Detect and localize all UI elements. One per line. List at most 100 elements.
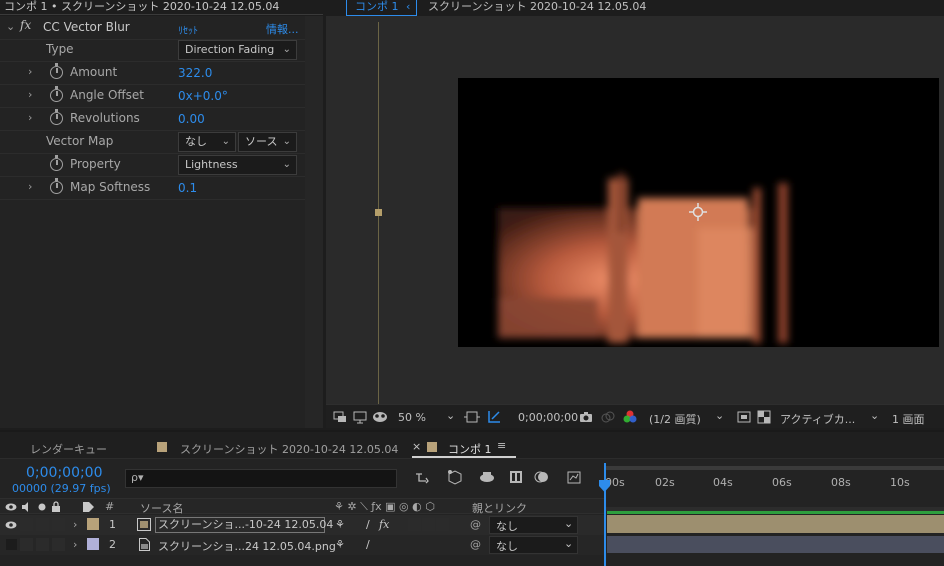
chevron-right-icon[interactable]: › [28,88,32,101]
switch-cell[interactable] [408,518,421,531]
breadcrumb-arrow-icon[interactable]: ‹ [406,0,410,13]
audio-toggle[interactable] [20,538,33,551]
effect-row-cc-vector-blur[interactable]: ⌄ fx CC Vector Blur ﾘｾｯﾄ 情報... [0,17,305,40]
fx-icon[interactable]: fx [379,518,389,531]
layer-number: 1 [109,518,116,531]
tab-comp-1[interactable]: コンポ 1 [448,441,492,457]
switch-cell[interactable] [436,518,449,531]
layer-row-1[interactable]: › 1 スクリーンショ...-10-24 12.05.04 ⚘ ∕ fx @ な… [0,515,605,535]
stopwatch-icon[interactable] [50,63,63,79]
motion-blur-icon[interactable] [534,469,550,485]
layer-duration-bar-2[interactable] [607,536,944,553]
lock-icon[interactable] [51,501,61,512]
solo-toggle[interactable] [36,518,49,531]
layer-row-2[interactable]: › 2 スクリーンショ...24 12.05.04.png ⚘ ∕ @ なし ⌄ [0,535,605,555]
current-time[interactable]: 0;00;00;00 [518,411,578,424]
chevron-right-icon[interactable]: › [28,65,32,78]
draft-3d-icon[interactable] [446,468,463,485]
pickwhip-icon[interactable]: @ [470,538,481,551]
switch-cell[interactable] [422,518,435,531]
quality-switch-icon[interactable]: ∕ [366,538,370,551]
playhead-icon[interactable] [598,480,611,492]
stopwatch-icon[interactable] [50,109,63,125]
map-softness-value[interactable]: 0.1 [178,181,197,195]
amount-value[interactable]: 322.0 [178,66,212,80]
frame-blending-icon[interactable] [508,469,524,485]
show-snapshot-icon[interactable] [600,409,616,425]
collapse-transform-icon[interactable]: ⚘ [335,518,345,531]
mask-visibility-icon[interactable] [372,409,388,425]
panel-menu-icon[interactable]: ≡ [497,439,506,452]
property-dropdown[interactable]: Lightness ⌄ [178,155,297,175]
lock-toggle[interactable] [52,538,65,551]
solo-toggle[interactable] [36,538,49,551]
chevron-right-icon[interactable]: › [73,518,77,531]
source-name-column-header[interactable]: ソース名 [140,500,183,516]
time-ruler[interactable]: 00s 02s 04s 06s 08s 10s [605,466,944,498]
layer-name[interactable]: スクリーンショ...24 12.05.04.png [158,538,336,554]
layer-name[interactable]: スクリーンショ...-10-24 12.05.04 [155,517,333,533]
reset-link[interactable]: ﾘｾｯﾄ [178,22,198,37]
breadcrumb[interactable]: スクリーンショット 2020-10-24 12.05.04 [428,0,646,14]
eye-icon[interactable] [5,520,17,530]
transparency-grid-icon[interactable] [486,409,502,425]
parent-column-header[interactable]: 親とリンク [472,500,527,516]
toggle-transparency-grid-icon[interactable] [756,409,772,425]
layer-handle[interactable] [375,209,382,216]
chevron-down-icon[interactable]: ⌄ [870,409,879,422]
search-input[interactable]: ρ▾ [125,469,397,488]
solo-icon[interactable] [38,503,46,511]
timeline-timecode[interactable]: 0;00;00;00 [26,465,103,481]
view-layout-dropdown[interactable]: 1 画面 [892,411,925,427]
chevron-right-icon[interactable]: › [28,111,32,124]
region-of-interest-icon[interactable] [464,409,480,425]
fx-icon[interactable]: fx [20,18,31,32]
lock-toggle[interactable] [52,518,65,531]
vector-map-source-dropdown[interactable]: ソース ⌄ [238,132,297,152]
audio-toggle[interactable] [20,518,33,531]
layer-label-color[interactable] [87,518,99,530]
tab-render-queue[interactable]: レンダーキュー [30,441,107,457]
always-preview-icon[interactable] [332,409,348,425]
pickwhip-icon[interactable]: @ [470,518,481,531]
close-icon[interactable]: × [412,440,421,453]
type-dropdown[interactable]: Direction Fading ⌄ [178,40,297,60]
chevron-down-icon[interactable]: ⌄ [6,20,15,33]
collapse-transform-icon[interactable]: ⚘ [335,538,345,551]
info-link[interactable]: 情報... [266,21,299,37]
parent-dropdown[interactable]: なし ⌄ [489,516,578,534]
audio-icon[interactable] [21,502,33,512]
effect-panel-scrollbar[interactable] [305,16,323,428]
chevron-right-icon[interactable]: › [28,180,32,193]
video-toggle[interactable] [6,539,17,550]
revolutions-value[interactable]: 0.00 [178,112,205,126]
angle-offset-value[interactable]: 0x+0.0° [178,89,228,103]
current-time-indicator[interactable] [604,463,606,566]
shy-layers-icon[interactable] [479,469,495,485]
chevron-right-icon[interactable]: › [73,538,77,551]
anchor-point-icon[interactable] [689,203,707,221]
label-tag-icon[interactable] [82,501,95,513]
tab-screenshot-comp[interactable]: スクリーンショット 2020-10-24 12.05.04 [180,441,398,457]
chevron-down-icon[interactable]: ⌄ [715,409,724,422]
stopwatch-icon[interactable] [50,178,63,194]
monitor-icon[interactable] [352,409,368,425]
fast-previews-icon[interactable] [736,409,752,425]
layer-duration-bar-1[interactable] [607,515,944,533]
vector-map-layer-dropdown[interactable]: なし ⌄ [178,132,236,152]
stopwatch-icon[interactable] [50,155,63,171]
chevron-down-icon[interactable]: ⌄ [446,409,455,422]
comp-mini-flowchart-icon[interactable] [414,469,430,485]
camera-snapshot-icon[interactable] [578,409,594,425]
stopwatch-icon[interactable] [50,86,63,102]
quality-switch-icon[interactable]: ∕ [366,518,370,531]
eye-icon[interactable] [5,502,17,512]
zoom-value[interactable]: 50 % [398,411,426,424]
layer-label-color[interactable] [87,538,99,550]
active-camera-dropdown[interactable]: アクティブカ... [780,411,855,427]
graph-editor-icon[interactable] [566,469,582,485]
resolution-dropdown[interactable]: (1/2 画質) [649,411,701,427]
time-navigator[interactable] [605,466,944,470]
color-channels-icon[interactable] [622,409,638,425]
parent-dropdown[interactable]: なし ⌄ [489,536,578,554]
